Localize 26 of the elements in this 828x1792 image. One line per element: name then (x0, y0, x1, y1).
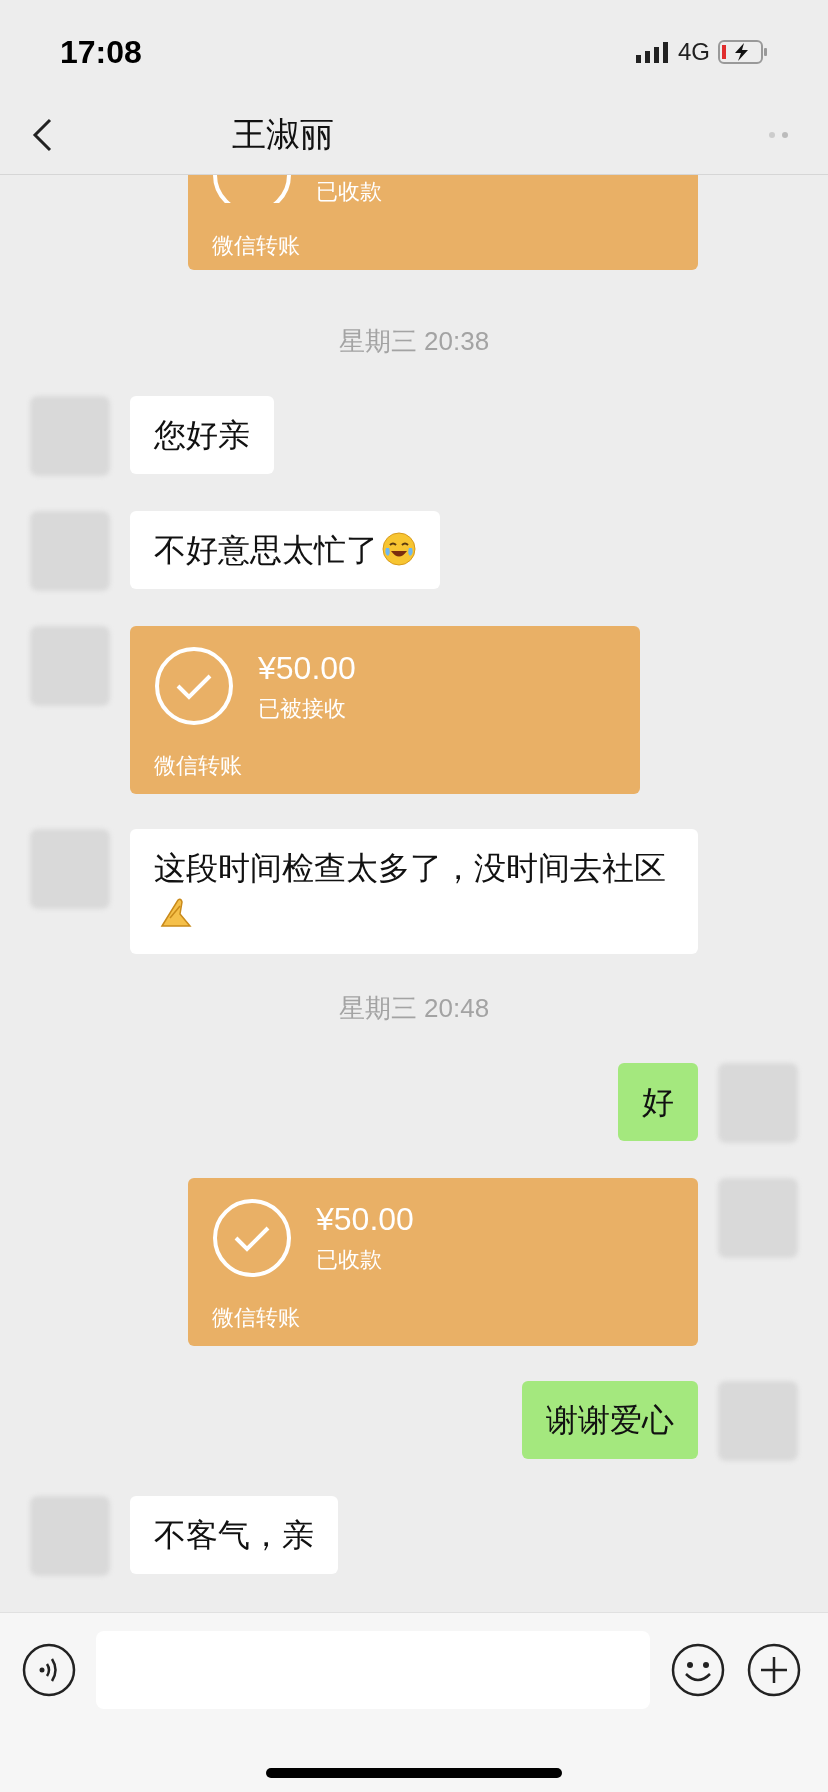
timestamp: 星期三 20:38 (338, 325, 490, 358)
transfer-amount: ¥50.00 (316, 1200, 414, 1240)
transfer-status: 已被接收 (258, 694, 347, 723)
message-bubble[interactable]: 谢谢爱心 (522, 1380, 698, 1460)
signal-icon (636, 40, 670, 63)
voice-icon[interactable] (22, 1643, 76, 1697)
message-bubble[interactable]: 不客气，亲 (130, 1495, 338, 1575)
back-icon[interactable] (30, 116, 54, 153)
transfer-label: 微信转账 (212, 1303, 301, 1332)
transfer-label: 微信转账 (212, 232, 301, 260)
message-bubble[interactable]: 您好亲 (130, 396, 274, 475)
chat-title: 王淑丽 (232, 114, 334, 155)
network-type: 4G (678, 36, 710, 67)
smiley-icon[interactable] (670, 1642, 726, 1698)
transfer-amount: ¥50.00 (258, 648, 356, 688)
transfer-status: 已收款 (316, 178, 382, 206)
message-bubble[interactable]: 好 (618, 1062, 698, 1142)
plus-icon[interactable] (746, 1642, 802, 1698)
battery-icon (718, 39, 768, 64)
message-bubble[interactable]: 这段时间检查太多了，没时间去社区 (130, 829, 698, 954)
clock: 17:08 (60, 32, 142, 72)
transfer-label: 微信转账 (154, 752, 243, 780)
message-bubble[interactable]: 不好意思太忙了 (130, 511, 440, 590)
more-icon[interactable] (768, 130, 790, 139)
timestamp: 星期三 20:48 (338, 991, 490, 1025)
transfer-status: 已收款 (316, 1246, 383, 1275)
